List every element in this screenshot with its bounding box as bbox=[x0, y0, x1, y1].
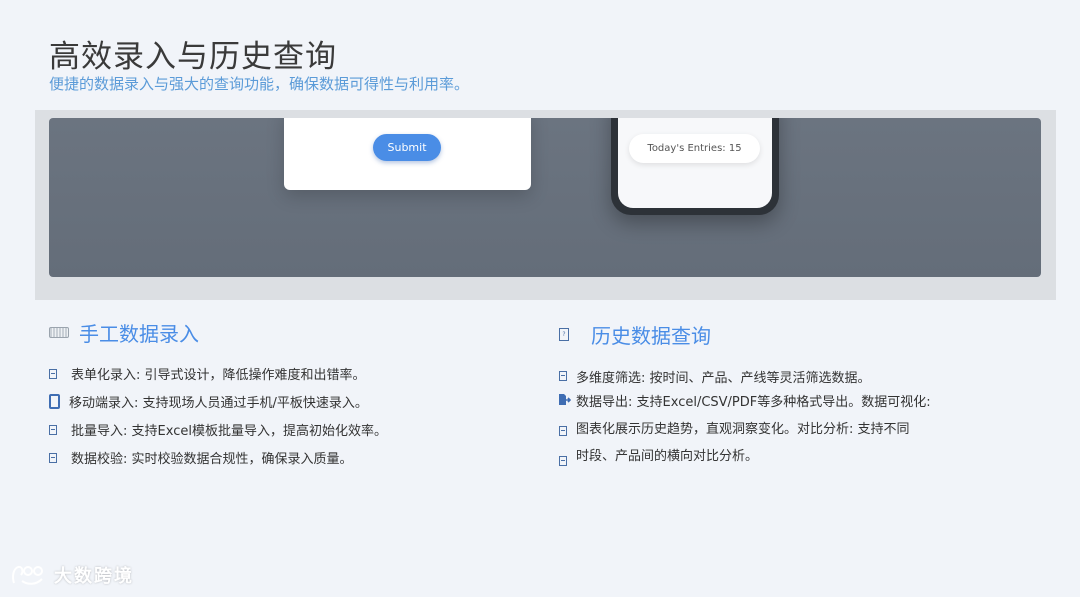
bullet-icon bbox=[559, 456, 567, 466]
history-query-heading: ? 历史数据查询 bbox=[559, 320, 711, 349]
history-query-heading-label: 历史数据查询 bbox=[591, 324, 711, 348]
form-card: Submit bbox=[284, 118, 531, 190]
query-icon: ? bbox=[559, 328, 569, 341]
list-item: 批量导入: 支持Excel模板批量导入，提高初始化效率。 bbox=[49, 420, 387, 439]
history-line: 时段、产品间的横向对比分析。 bbox=[576, 449, 759, 464]
bullet-icon bbox=[559, 371, 567, 381]
list-item-text: 移动端录入: 支持现场人员通过手机/平板快速录入。 bbox=[69, 396, 368, 411]
watermark-logo-icon bbox=[12, 565, 43, 585]
bullet-icon bbox=[49, 452, 57, 463]
watermark: 大数跨境 bbox=[10, 562, 134, 588]
page-title: 高效录入与历史查询 bbox=[49, 39, 337, 75]
list-item-text: 表单化录入: 引导式设计，降低操作难度和出错率。 bbox=[71, 368, 366, 383]
entries-count-pill: Today's Entries: 15 bbox=[629, 134, 760, 163]
bullet-icon bbox=[49, 368, 57, 379]
page-subtitle: 便捷的数据录入与强大的查询功能，确保数据可得性与利用率。 bbox=[49, 75, 470, 93]
hero-banner: Submit Today's Entries: 15 bbox=[49, 118, 1041, 277]
list-item: 表单化录入: 引导式设计，降低操作难度和出错率。 bbox=[49, 364, 366, 383]
history-line: 多维度筛选: 按时间、产品、产线等灵活筛选数据。 bbox=[576, 371, 871, 386]
list-item: 移动端录入: 支持现场人员通过手机/平板快速录入。 bbox=[49, 392, 368, 411]
file-export-icon bbox=[559, 394, 571, 405]
watermark-text: 大数跨境 bbox=[54, 566, 134, 587]
phone-mockup: Today's Entries: 15 bbox=[611, 118, 779, 215]
mobile-phone-icon bbox=[49, 394, 60, 409]
keyboard-icon bbox=[49, 327, 69, 338]
history-line: 图表化展示历史趋势，直观洞察变化。对比分析: 支持不同 bbox=[576, 422, 910, 437]
list-item-text: 批量导入: 支持Excel模板批量导入，提高初始化效率。 bbox=[71, 424, 387, 439]
bullet-icon bbox=[49, 424, 57, 435]
list-item-text: 数据校验: 实时校验数据合规性，确保录入质量。 bbox=[71, 452, 353, 467]
manual-entry-heading-label: 手工数据录入 bbox=[79, 322, 199, 346]
list-item: 数据校验: 实时校验数据合规性，确保录入质量。 bbox=[49, 448, 353, 467]
bullet-icon bbox=[559, 426, 567, 436]
manual-entry-heading: 手工数据录入 bbox=[49, 318, 199, 347]
submit-button[interactable]: Submit bbox=[373, 134, 441, 161]
phone-screen: Today's Entries: 15 bbox=[618, 118, 772, 208]
history-line: 数据导出: 支持Excel/CSV/PDF等多种格式导出。数据可视化: bbox=[576, 395, 931, 410]
